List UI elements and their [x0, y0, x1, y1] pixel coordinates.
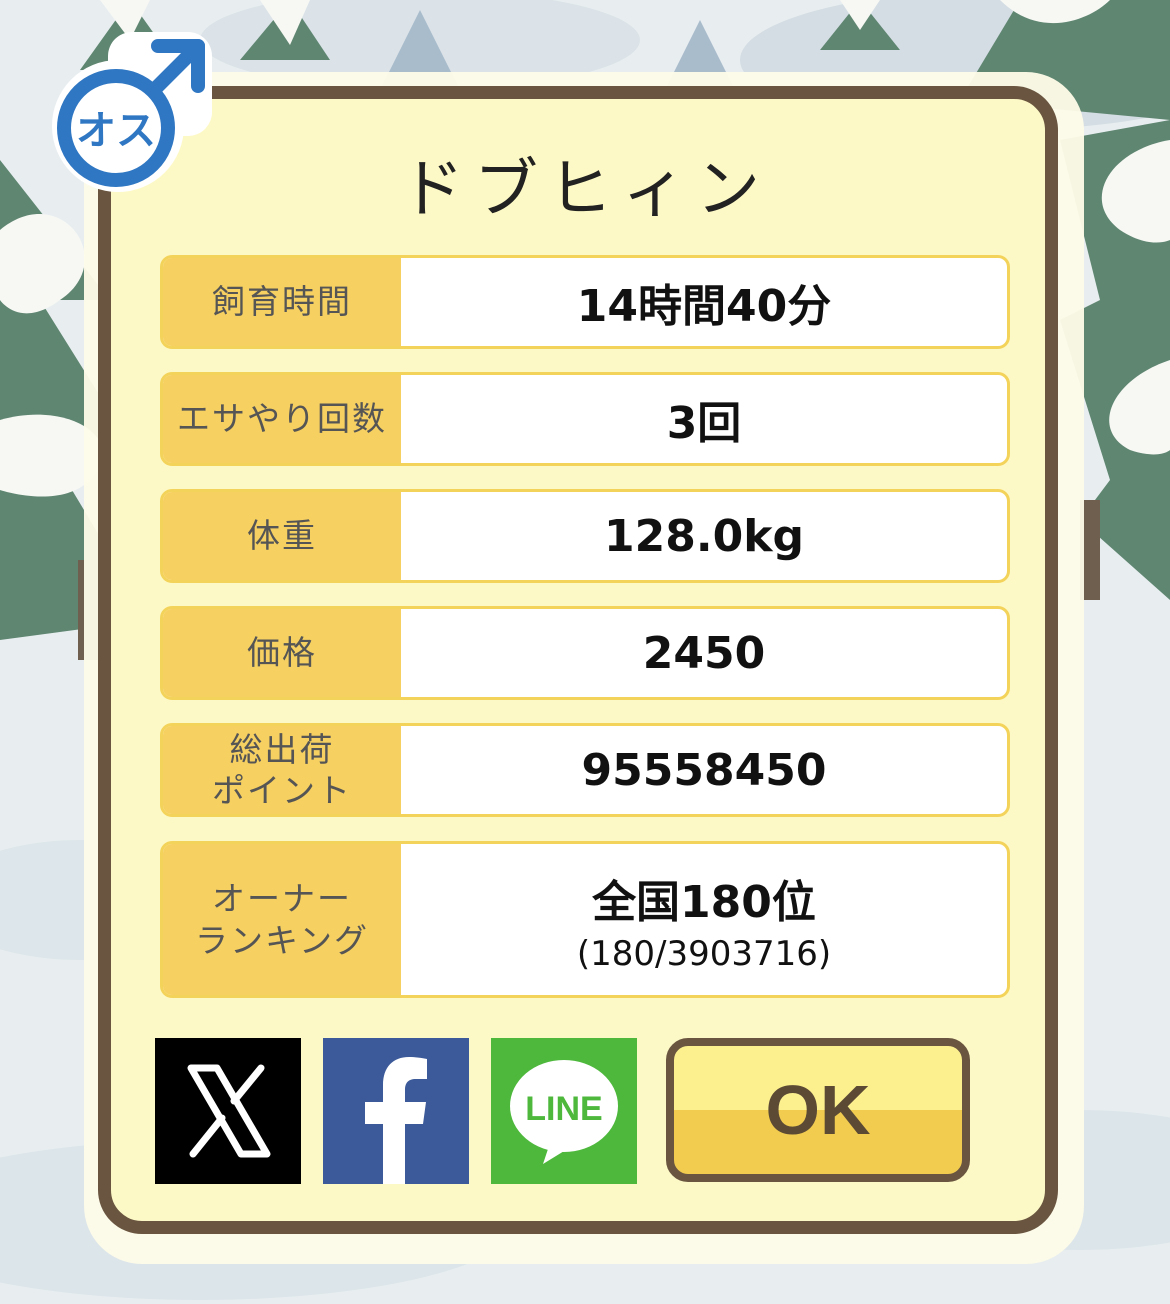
share-x-button[interactable] [155, 1038, 301, 1184]
stat-label: オーナー ランキング [163, 844, 401, 995]
stat-label: 価格 [163, 609, 401, 697]
ok-button[interactable]: OK [666, 1038, 970, 1182]
stat-label: 総出荷 ポイント [163, 726, 401, 814]
stat-label: エサやり回数 [163, 375, 401, 463]
stat-value: 全国180位 [592, 876, 816, 928]
line-logo-text: LINE [525, 1090, 602, 1128]
stat-row-breeding-time: 飼育時間 14時間40分 [160, 255, 1010, 349]
stat-value: 2450 [642, 627, 766, 679]
stat-row-owner-ranking: オーナー ランキング 全国180位 (180/3903716) [160, 841, 1010, 998]
share-line-button[interactable]: LINE [491, 1038, 637, 1184]
stat-row-feed-count: エサやり回数 3回 [160, 372, 1010, 466]
ranking-detail: (180/3903716) [576, 933, 832, 974]
creature-name: ドブヒィン [400, 153, 770, 227]
stat-label: 飼育時間 [163, 258, 401, 346]
stat-row-price: 価格 2450 [160, 606, 1010, 700]
stat-value: 95558450 [581, 744, 827, 796]
stat-label: 体重 [163, 492, 401, 580]
facebook-logo-icon [323, 1038, 469, 1184]
stat-value: 14時間40分 [576, 281, 832, 332]
x-logo-icon [155, 1038, 301, 1184]
share-facebook-button[interactable] [323, 1038, 469, 1184]
line-logo-icon: LINE [491, 1038, 637, 1184]
stat-row-weight: 体重 128.0kg [160, 489, 1010, 583]
stat-value: 128.0kg [604, 510, 804, 562]
stat-row-total-points: 総出荷 ポイント 95558450 [160, 723, 1010, 817]
stat-value: 3回 [666, 398, 742, 449]
